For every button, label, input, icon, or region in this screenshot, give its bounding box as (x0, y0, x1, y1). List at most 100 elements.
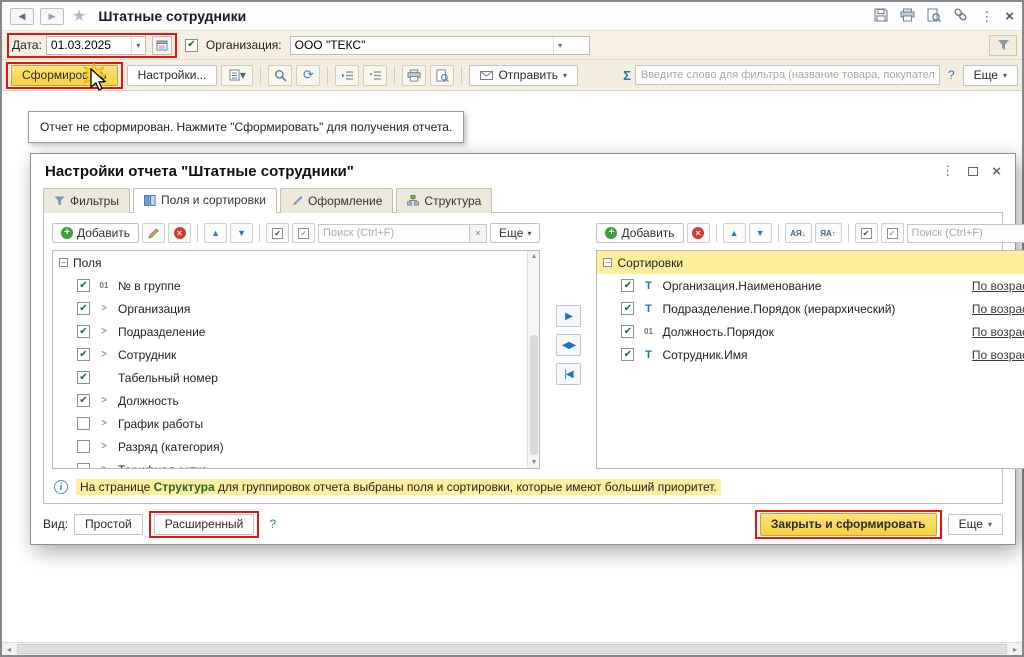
expand-chevron-icon[interactable]: > (96, 395, 112, 406)
sort-order-link[interactable]: По возрастанию (972, 348, 1024, 362)
field-row[interactable]: ✔ Табельный номер (53, 366, 539, 389)
row-checkbox[interactable]: ✔ (621, 302, 635, 315)
scroll-left-icon[interactable]: ◂ (2, 643, 16, 655)
fields-add-button[interactable]: + Добавить (52, 223, 140, 243)
quick-filter-input[interactable] (634, 65, 940, 85)
field-row[interactable]: ✔ > Сотрудник (53, 343, 539, 366)
close-window-icon[interactable]: × (1005, 8, 1014, 25)
field-row[interactable]: > График работы (53, 412, 539, 435)
field-row[interactable]: ✔ 01 № в группе (53, 274, 539, 297)
field-row[interactable]: > Разряд (категория) (53, 435, 539, 458)
dialog-help-link[interactable]: ? (269, 517, 276, 531)
fields-root-row[interactable]: − Поля (53, 251, 539, 274)
field-row[interactable]: ✔ > Подразделение (53, 320, 539, 343)
forward-button[interactable]: ▶ (40, 7, 64, 25)
tab-filters[interactable]: Фильтры (43, 188, 130, 213)
org-input[interactable] (290, 38, 553, 52)
move-to-sort-button[interactable]: ▶ (555, 305, 581, 327)
fields-more-button[interactable]: Еще ▾ (490, 223, 541, 243)
org-dropdown-icon[interactable]: ▾ (552, 36, 567, 54)
search-button[interactable] (268, 64, 293, 86)
calendar-button[interactable] (151, 35, 172, 55)
row-checkbox[interactable]: ✔ (621, 279, 635, 292)
structure-link[interactable]: Структура (154, 480, 215, 494)
field-row[interactable]: > Тарифная сетка (53, 458, 539, 468)
expand-groups-button[interactable] (363, 64, 388, 86)
sort-order-link[interactable]: По возрастанию (972, 279, 1024, 293)
fields-move-up-button[interactable]: ▲ (204, 223, 228, 243)
print-button[interactable] (402, 64, 427, 86)
fields-search-clear-icon[interactable]: × (470, 223, 488, 243)
expand-chevron-icon[interactable]: > (96, 349, 112, 360)
dialog-more-icon[interactable]: ⋮ (941, 163, 954, 179)
sort-add-button[interactable]: + Добавить (596, 223, 684, 243)
sort-delete-button[interactable]: × (686, 223, 710, 243)
horizontal-scrollbar[interactable]: ◂ ▸ (2, 642, 1022, 655)
toolbar-more-button[interactable]: Еще ▾ (962, 64, 1018, 86)
dialog-maximize-icon[interactable] (968, 166, 979, 176)
row-checkbox[interactable] (77, 440, 90, 453)
save-icon[interactable] (874, 8, 888, 25)
sort-move-down-button[interactable]: ▼ (748, 223, 772, 243)
sort-row[interactable]: ✔ Т Подразделение.Порядок (иерархический) П… (597, 297, 1024, 320)
sort-descending-button[interactable]: ЯА↑ (814, 223, 842, 243)
print-icon[interactable] (900, 8, 915, 25)
settings-button[interactable]: Настройки... (126, 64, 218, 86)
collapse-groups-button[interactable] (335, 64, 360, 86)
expand-chevron-icon[interactable]: > (96, 303, 112, 314)
more-vertical-icon[interactable]: ⋮ (980, 10, 993, 23)
row-checkbox[interactable]: ✔ (77, 279, 90, 292)
scroll-down-icon[interactable]: ▼ (531, 457, 538, 468)
sort-ascending-button[interactable]: АЯ↓ (784, 223, 812, 243)
view-simple-button[interactable]: Простой (74, 513, 143, 535)
favorite-star-icon[interactable]: ★ (72, 6, 86, 26)
fields-scrollbar[interactable]: ▲ ▼ (527, 251, 540, 468)
tab-fields-and-sorting[interactable]: Поля и сортировки (132, 188, 277, 213)
view-extended-button[interactable]: Расширенный (153, 513, 255, 535)
refresh-button[interactable]: ⟳ (296, 64, 321, 86)
sort-search-input[interactable] (906, 223, 1024, 243)
fields-search-input[interactable] (318, 223, 471, 243)
back-button[interactable]: ◀ (10, 7, 34, 25)
move-both-button[interactable]: ◀▶ (555, 334, 581, 356)
expand-chevron-icon[interactable]: > (96, 418, 112, 429)
field-row[interactable]: ✔ > Должность (53, 389, 539, 412)
send-button[interactable]: Отправить ▾ (469, 64, 578, 86)
row-checkbox[interactable] (77, 417, 90, 430)
dialog-close-icon[interactable]: × (992, 163, 1001, 180)
scroll-thumb[interactable] (529, 335, 538, 455)
close-and-generate-button[interactable]: Закрыть и сформировать (759, 512, 937, 536)
dialog-more-button[interactable]: Еще ▾ (947, 513, 1003, 535)
row-checkbox[interactable] (77, 463, 90, 468)
tab-structure[interactable]: Структура (396, 188, 493, 213)
toolbar-help-link[interactable]: ? (948, 68, 955, 82)
report-variants-button[interactable]: ▾ (221, 64, 254, 86)
row-checkbox[interactable]: ✔ (621, 348, 635, 361)
row-checkbox[interactable]: ✔ (77, 371, 90, 384)
sort-order-link[interactable]: По возрастанию (972, 325, 1024, 339)
filter-settings-button[interactable] (989, 34, 1017, 56)
scroll-thumb[interactable] (17, 644, 1007, 654)
sort-move-up-button[interactable]: ▲ (722, 223, 746, 243)
date-input[interactable] (46, 38, 131, 52)
tab-appearance[interactable]: Оформление (279, 188, 394, 213)
sort-row[interactable]: ✔ Т Организация.Наименование По возрастанию (597, 274, 1024, 297)
fields-edit-button[interactable] (142, 223, 166, 243)
move-from-sort-button[interactable]: |◀ (555, 363, 581, 385)
collapse-icon[interactable]: − (603, 258, 613, 267)
field-row[interactable]: ✔ > Организация (53, 297, 539, 320)
sort-row[interactable]: ✔ Т Сотрудник.Имя По возрастанию (597, 343, 1024, 366)
sortings-root-row[interactable]: − Сортировки (597, 251, 1024, 274)
sort-order-link[interactable]: По возрастанию (972, 302, 1024, 316)
expand-chevron-icon[interactable]: > (96, 464, 112, 468)
row-checkbox[interactable]: ✔ (77, 302, 90, 315)
row-checkbox[interactable]: ✔ (621, 325, 635, 338)
org-checkbox[interactable]: ✔ (184, 38, 198, 52)
date-dropdown-icon[interactable]: ▾ (130, 36, 145, 54)
link-icon[interactable] (953, 7, 968, 25)
collapse-icon[interactable]: − (59, 258, 68, 267)
scroll-up-icon[interactable]: ▲ (531, 251, 538, 262)
fields-delete-button[interactable]: × (168, 223, 192, 243)
fields-move-down-button[interactable]: ▼ (230, 223, 254, 243)
row-checkbox[interactable]: ✔ (77, 394, 90, 407)
